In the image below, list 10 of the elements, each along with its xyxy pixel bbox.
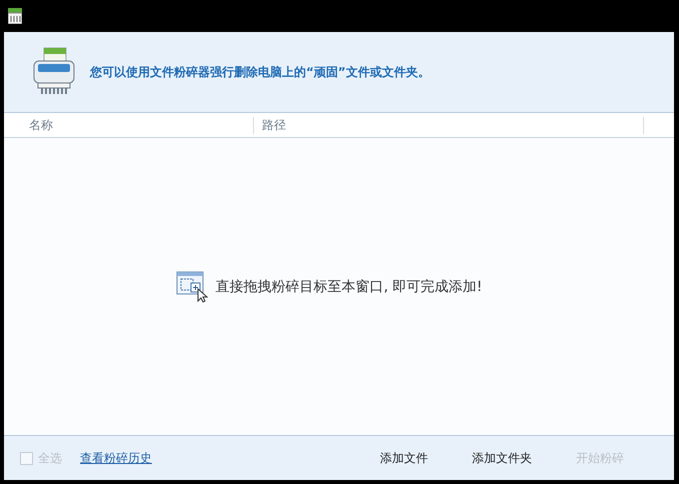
add-window-icon [176,270,210,302]
drop-hint: 直接拖拽粉碎目标至本窗口, 即可完成添加! [216,278,482,296]
column-header[interactable]: 名称 [4,116,254,134]
header-message: 您可以使用文件粉碎器强行删除电脑上的“顽固”文件或文件夹。 [90,64,430,80]
footer-button[interactable]: 添加文件 [358,446,450,470]
shredder-icon [32,47,76,97]
history-link[interactable]: 查看粉碎历史 [80,450,152,466]
footer-button[interactable]: 添加文件夹 [450,446,554,470]
app-icon [8,8,22,24]
column-header[interactable]: 路径 [254,116,644,134]
